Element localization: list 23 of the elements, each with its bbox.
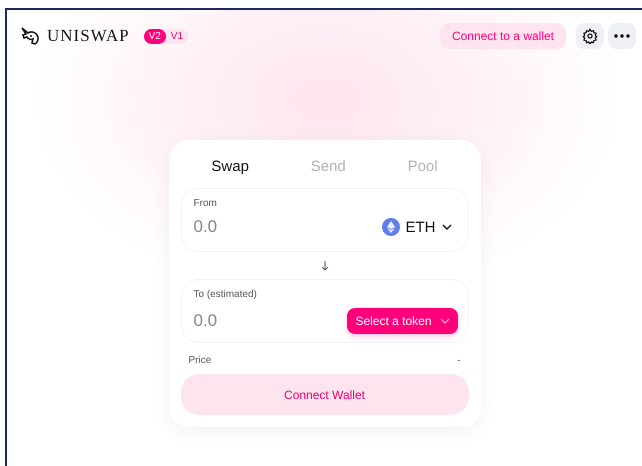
logo-text: UNISWAP bbox=[47, 26, 130, 46]
unicorn-logo-icon bbox=[19, 26, 41, 46]
amount-field[interactable]: 0.0 bbox=[194, 217, 294, 237]
nav-tab[interactable]: Swap bbox=[211, 158, 249, 175]
field-label: From bbox=[194, 198, 218, 209]
nav-tab[interactable]: Pool bbox=[408, 158, 438, 175]
settings-icon[interactable] bbox=[576, 23, 604, 49]
chevron-down-icon bbox=[440, 318, 450, 324]
chevron-down-icon bbox=[442, 224, 452, 230]
price-value: - bbox=[457, 355, 460, 366]
price-label: Price bbox=[188, 355, 212, 366]
ethereum-icon bbox=[382, 218, 400, 236]
down-arrow-icon bbox=[320, 261, 328, 271]
amount-field[interactable]: 0.0 bbox=[194, 311, 294, 331]
version-tab[interactable]: V2 bbox=[144, 28, 166, 44]
field-label: To (estimated) bbox=[194, 289, 258, 300]
more-icon[interactable] bbox=[608, 23, 636, 49]
nav-tab[interactable]: Send bbox=[310, 158, 346, 175]
version-tab[interactable]: V1 bbox=[166, 28, 188, 44]
select-token-button[interactable]: Select a token bbox=[347, 308, 458, 334]
token-selector[interactable]: ETH bbox=[382, 218, 458, 236]
connect-button[interactable]: Connect to a wallet bbox=[440, 23, 566, 49]
connect-wallet-button[interactable]: Connect Wallet bbox=[180, 374, 468, 415]
